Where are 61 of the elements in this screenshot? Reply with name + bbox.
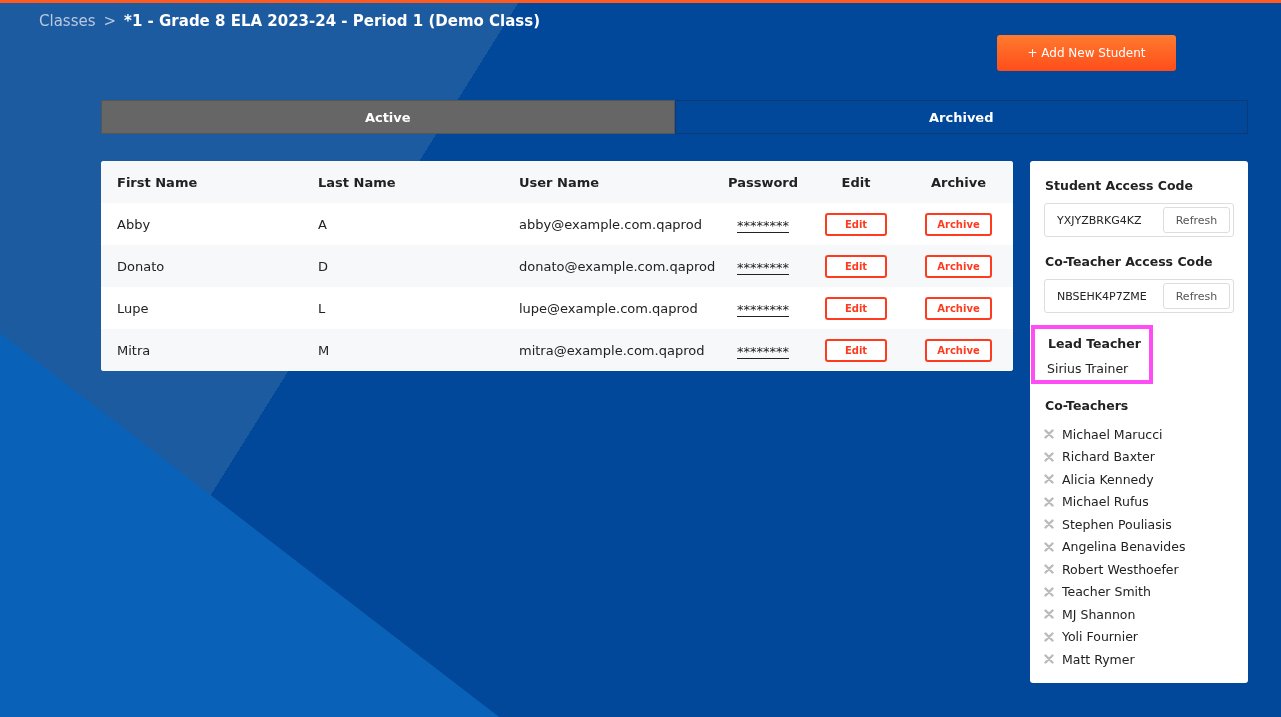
password-text: ******** — [737, 299, 789, 317]
section-heading: Lead Teacher — [1048, 336, 1141, 351]
remove-icon[interactable] — [1044, 541, 1054, 552]
remove-icon[interactable] — [1044, 609, 1054, 620]
remove-icon[interactable] — [1044, 429, 1054, 440]
teacher-name: Yoli Fournier — [1062, 629, 1138, 645]
archive-button[interactable]: Archive — [925, 338, 992, 362]
table-cell: M — [302, 329, 503, 371]
access-code-field[interactable]: NBSEHK4P7ZME Refresh — [1044, 279, 1234, 313]
table-cell: donato@example.com.qaprod — [503, 245, 718, 287]
section-heading: Student Access Code — [1045, 178, 1194, 193]
page-title: *1 - Grade 8 ELA 2023-24 - Period 1 (Demo Class) — [124, 12, 541, 30]
column-header: User Name — [503, 161, 718, 203]
tab[interactable]: Active — [101, 100, 675, 134]
remove-icon[interactable] — [1044, 654, 1054, 665]
column-header: Edit — [808, 161, 904, 203]
remove-icon[interactable] — [1044, 564, 1054, 575]
teacher-name: MJ Shannon — [1062, 606, 1136, 622]
teacher-name: Michael Marucci — [1062, 426, 1163, 442]
breadcrumb-link[interactable]: Classes — [39, 12, 96, 30]
remove-icon[interactable] — [1044, 496, 1054, 507]
password-text: ******** — [737, 215, 789, 233]
table-cell: Donato — [101, 245, 302, 287]
teacher-name: Michael Rufus — [1062, 494, 1149, 510]
edit-button[interactable]: Edit — [825, 254, 887, 278]
tab[interactable]: Archived — [674, 100, 1248, 134]
column-header: Password — [718, 161, 808, 203]
table-cell: mitra@example.com.qaprod — [503, 329, 718, 371]
teacher-name: Angelina Benavides — [1062, 539, 1186, 555]
remove-icon[interactable] — [1044, 631, 1054, 642]
column-header: First Name — [101, 161, 302, 203]
remove-icon[interactable] — [1044, 474, 1054, 485]
remove-icon[interactable] — [1044, 451, 1054, 462]
table-cell: Mitra — [101, 329, 302, 371]
edit-button[interactable]: Edit — [825, 296, 887, 320]
archive-button[interactable]: Archive — [925, 254, 992, 278]
teacher-name: Teacher Smith — [1062, 584, 1151, 600]
column-header: Archive — [904, 161, 1013, 203]
teacher-name: Robert Westhoefer — [1062, 561, 1179, 577]
section-heading: Co-Teacher Access Code — [1045, 254, 1214, 269]
archive-button[interactable]: Archive — [925, 296, 992, 320]
edit-button[interactable]: Edit — [825, 338, 887, 362]
password-text: ******** — [737, 341, 789, 359]
column-header: Last Name — [302, 161, 503, 203]
section-heading: Co-Teachers — [1045, 398, 1130, 413]
archive-button[interactable]: Archive — [925, 212, 992, 236]
remove-icon[interactable] — [1044, 519, 1054, 530]
breadcrumb-separator: > — [103, 12, 117, 30]
edit-button[interactable]: Edit — [825, 212, 887, 236]
teacher-name: Alicia Kennedy — [1062, 471, 1154, 487]
remove-icon[interactable] — [1044, 586, 1054, 597]
password-text: ******** — [737, 257, 789, 275]
teacher-name: Richard Baxter — [1062, 449, 1155, 465]
add-student-button[interactable]: + Add New Student — [997, 35, 1176, 71]
access-code-field[interactable]: YXJYZBRKG4KZ Refresh — [1044, 203, 1234, 237]
teacher-name: Matt Rymer — [1062, 651, 1135, 667]
teacher-name: Stephen Pouliasis — [1062, 516, 1172, 532]
table-cell: D — [302, 245, 503, 287]
refresh-button[interactable]: Refresh — [1163, 283, 1230, 309]
teacher-name: Sirius Trainer — [1047, 361, 1130, 376]
refresh-button[interactable]: Refresh — [1163, 207, 1230, 233]
